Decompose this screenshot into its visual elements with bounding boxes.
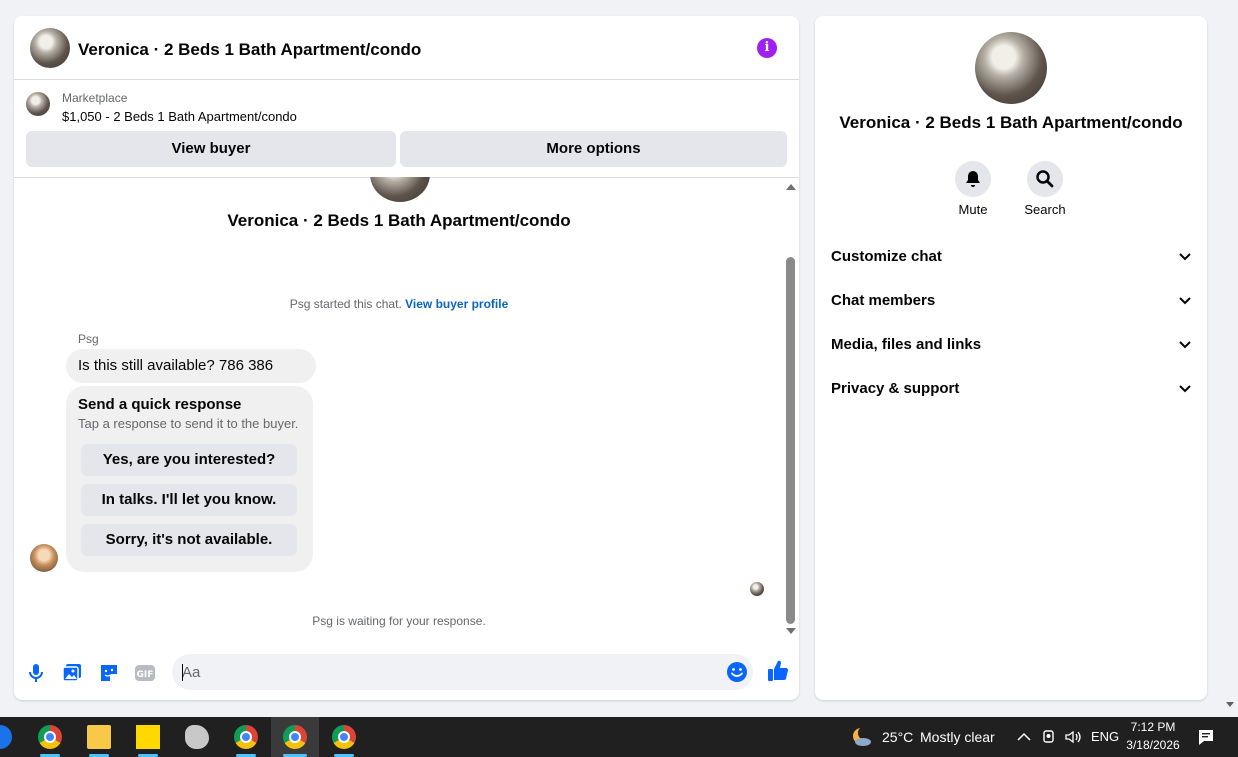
message-input[interactable] — [182, 654, 712, 690]
section-media-files-links[interactable]: Media, files and links — [831, 329, 1191, 361]
chrome-icon — [234, 725, 258, 749]
chevron-down-icon — [1179, 385, 1191, 393]
microphone-icon[interactable] — [25, 662, 47, 684]
app-icon — [0, 725, 12, 749]
listing-thumbnail[interactable] — [26, 92, 50, 116]
details-panel: Veronica · 2 Beds 1 Bath Apartment/condo… — [815, 16, 1207, 700]
notification-icon[interactable] — [1197, 728, 1215, 746]
seen-indicator-avatar — [750, 582, 764, 596]
chat-started-notice: Psg started this chat. View buyer profil… — [14, 297, 784, 311]
listing-avatar[interactable] — [30, 28, 70, 68]
taskbar-chrome-profile-2[interactable] — [271, 717, 319, 757]
page-scroll-down-arrow[interactable] — [1226, 702, 1234, 707]
quick-response-title: Send a quick response — [78, 396, 242, 413]
taskbar-chrome-profile-3[interactable] — [320, 717, 368, 757]
taskbar-chrome[interactable] — [26, 717, 74, 757]
message-composer: GIF — [14, 646, 799, 700]
taskbar-file-explorer[interactable] — [75, 717, 123, 757]
quick-response-card: Send a quick response Tap a response to … — [66, 386, 313, 572]
info-icon[interactable]: i — [757, 38, 777, 58]
scroll-up-arrow[interactable] — [786, 184, 796, 190]
sticky-note-icon — [136, 725, 160, 749]
meet-now-icon[interactable] — [1042, 729, 1056, 745]
chat-panel: Veronica · 2 Beds 1 Bath Apartment/condo… — [14, 16, 799, 700]
message-input-wrapper — [172, 654, 753, 690]
chevron-down-icon — [1179, 341, 1191, 349]
photo-icon[interactable] — [61, 662, 83, 684]
details-title: Veronica · 2 Beds 1 Bath Apartment/condo — [839, 113, 1183, 132]
scroll-down-arrow[interactable] — [786, 628, 796, 634]
quick-response-interested[interactable]: Yes, are you interested? — [81, 444, 297, 476]
started-text: Psg started this chat. — [289, 297, 402, 311]
section-privacy-support[interactable]: Privacy & support — [831, 373, 1191, 405]
chrome-icon — [283, 725, 307, 749]
scroll-thumb[interactable] — [786, 257, 795, 624]
conversation-title: Veronica · 2 Beds 1 Bath Apartment/condo — [227, 211, 571, 230]
chrome-icon — [332, 725, 356, 749]
weather-condition[interactable]: Mostly clear — [920, 729, 995, 745]
language-indicator[interactable]: ENG — [1091, 729, 1119, 744]
taskbar-chrome-profile-1[interactable] — [222, 717, 270, 757]
mute-button[interactable] — [955, 161, 991, 197]
sticker-icon[interactable] — [98, 662, 120, 684]
details-avatar[interactable] — [975, 32, 1047, 104]
section-label: Customize chat — [831, 248, 942, 265]
mute-label: Mute — [958, 202, 988, 217]
section-label: Chat members — [831, 292, 936, 309]
chevron-up-icon[interactable] — [1017, 731, 1031, 743]
speaker-icon[interactable] — [1064, 729, 1082, 745]
chevron-down-icon — [1179, 297, 1191, 305]
search-label: Search — [1024, 202, 1066, 217]
marketplace-label: Marketplace — [62, 91, 128, 105]
quick-response-in-talks[interactable]: In talks. I'll let you know. — [81, 484, 297, 516]
bell-icon — [966, 171, 980, 187]
clock-time[interactable]: 7:12 PM — [1120, 720, 1186, 734]
gif-icon[interactable]: GIF — [134, 662, 156, 684]
taskbar: 25°C Mostly clear ENG 7:12 PM 3/18/2026 — [0, 717, 1238, 757]
view-buyer-button[interactable]: View buyer — [26, 131, 396, 167]
clock-date[interactable]: 3/18/2026 — [1120, 738, 1186, 752]
chevron-down-icon — [1179, 253, 1191, 261]
taskbar-paint[interactable] — [173, 717, 221, 757]
thumbs-up-icon[interactable] — [766, 659, 790, 683]
moon-cloud-icon[interactable] — [850, 726, 872, 748]
chat-title[interactable]: Veronica · 2 Beds 1 Bath Apartment/condo — [78, 40, 421, 60]
quick-response-subtitle: Tap a response to send it to the buyer. — [78, 416, 299, 431]
buyer-avatar[interactable] — [30, 544, 58, 572]
taskbar-sticky-notes[interactable] — [124, 717, 172, 757]
message-bubble[interactable]: Is this still available? 786 386 3691 — [66, 349, 316, 408]
chat-header: Veronica · 2 Beds 1 Bath Apartment/condo… — [14, 16, 799, 80]
more-options-button[interactable]: More options — [400, 131, 787, 167]
quick-response-not-available[interactable]: Sorry, it's not available. — [81, 524, 297, 556]
sender-name: Psg — [78, 332, 99, 346]
taskbar-app-partial[interactable] — [0, 717, 24, 757]
search-button[interactable] — [1027, 161, 1063, 197]
svg-text:GIF: GIF — [137, 670, 154, 680]
waiting-notice: Psg is waiting for your response. — [312, 614, 486, 628]
section-customize-chat[interactable]: Customize chat — [831, 241, 1191, 273]
search-icon — [1036, 170, 1054, 188]
view-buyer-profile-link[interactable]: View buyer profile — [405, 297, 508, 311]
section-label: Privacy & support — [831, 380, 960, 397]
chrome-icon — [38, 725, 62, 749]
marketplace-bar: Marketplace $1,050 - 2 Beds 1 Bath Apart… — [14, 80, 799, 178]
emoji-icon[interactable] — [726, 661, 748, 683]
section-label: Media, files and links — [831, 336, 982, 353]
section-chat-members[interactable]: Chat members — [831, 285, 1191, 317]
folder-icon — [87, 725, 111, 749]
message-scrollbar[interactable] — [785, 180, 797, 640]
paint-icon — [185, 725, 209, 749]
text-caret — [182, 664, 183, 681]
weather-temperature[interactable]: 25°C — [882, 729, 913, 745]
listing-summary[interactable]: $1,050 - 2 Beds 1 Bath Apartment/condo — [62, 109, 297, 124]
